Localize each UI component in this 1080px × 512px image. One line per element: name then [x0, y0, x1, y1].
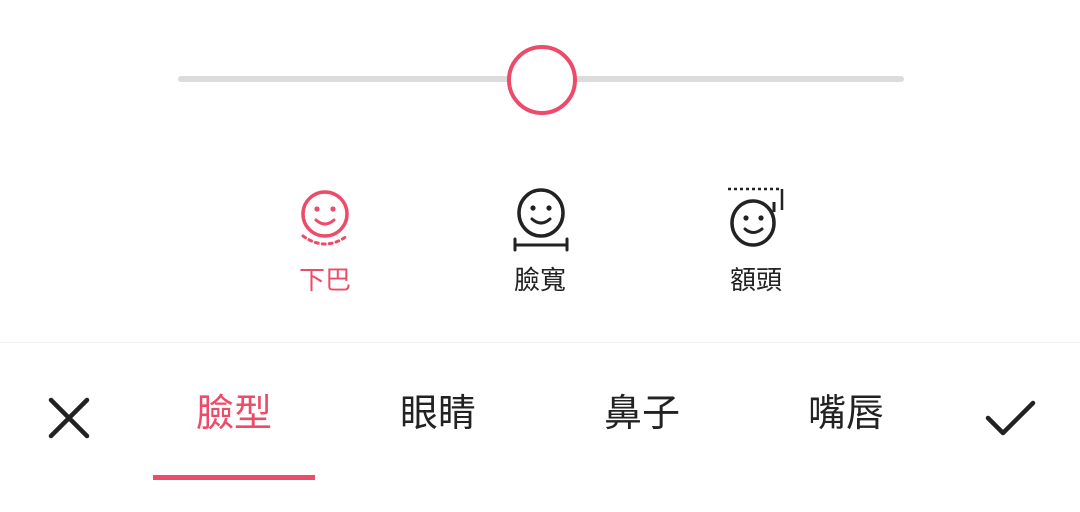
- tab-nose[interactable]: 鼻子: [561, 385, 723, 445]
- tab-face-shape[interactable]: 臉型: [153, 385, 315, 445]
- close-icon: [48, 397, 90, 439]
- forehead-face-icon: [728, 187, 784, 247]
- cancel-button[interactable]: [34, 383, 104, 453]
- face-reshape-panel: 下巴 臉寬 額頭 臉型 眼睛 鼻子 嘴唇: [0, 0, 1080, 512]
- slider-thumb[interactable]: [507, 45, 577, 115]
- tab-eyes[interactable]: 眼睛: [357, 385, 519, 445]
- face-width-icon: [513, 188, 569, 252]
- option-chin[interactable]: 下巴: [265, 180, 385, 310]
- option-face-width[interactable]: 臉寬: [480, 180, 600, 310]
- active-tab-indicator: [153, 475, 315, 480]
- face-shape-options: 下巴 臉寬 額頭: [0, 180, 1080, 310]
- category-bar: 臉型 眼睛 鼻子 嘴唇: [0, 343, 1080, 512]
- option-label: 臉寬: [513, 266, 566, 296]
- tab-lips[interactable]: 嘴唇: [765, 385, 927, 445]
- option-label: 下巴: [298, 266, 351, 296]
- check-icon: [985, 400, 1036, 436]
- option-forehead[interactable]: 額頭: [696, 180, 816, 310]
- chin-face-icon: [301, 190, 349, 246]
- option-label: 額頭: [729, 266, 782, 296]
- intensity-slider[interactable]: [178, 45, 904, 115]
- confirm-button[interactable]: [976, 383, 1046, 453]
